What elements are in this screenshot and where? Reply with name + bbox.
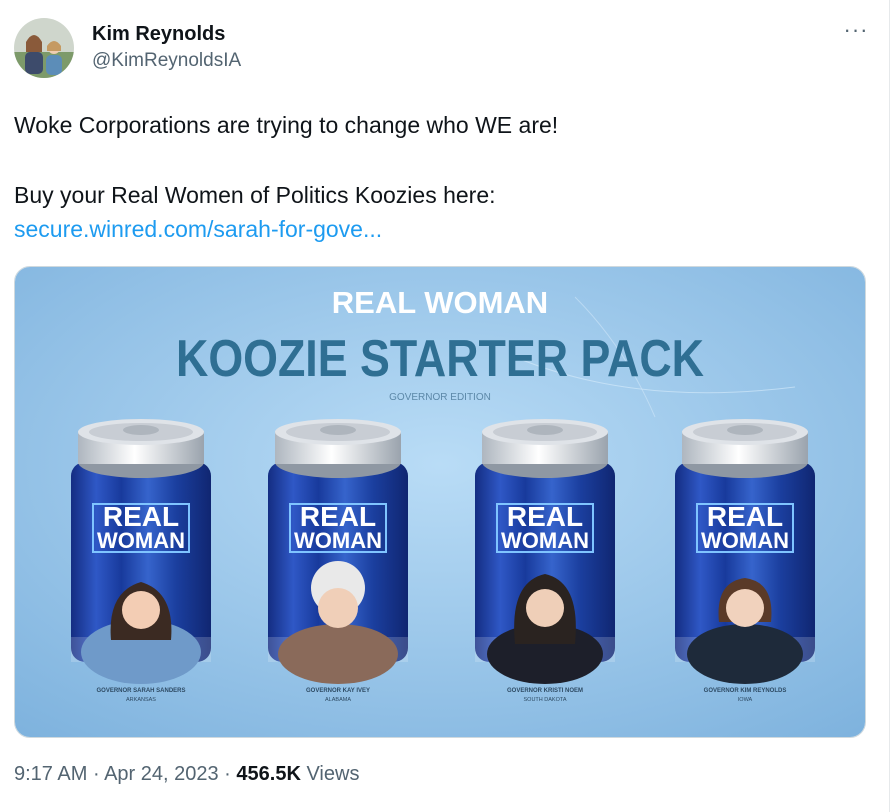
tweet-time[interactable]: 9:17 AM — [14, 763, 87, 785]
avatar[interactable] — [14, 18, 74, 78]
views-label: Views — [306, 763, 360, 785]
can-state-3: SOUTH DAKOTA — [524, 697, 567, 703]
can-caption-2: GOVERNOR KAY IVEY — [306, 688, 370, 694]
can-caption-4: GOVERNOR KIM REYNOLDS — [704, 688, 787, 694]
author-handle[interactable]: @KimReynoldsIA — [92, 49, 241, 73]
can-caption-3: GOVERNOR KRISTI NOEM — [507, 688, 583, 694]
can-label-woman: WOMAN — [501, 528, 589, 553]
tweet-header: Kim Reynolds @KimReynoldsIA ··· — [14, 18, 874, 82]
koozie-image: REAL WOMAN KOOZIE STARTER PACK GOVERNOR … — [15, 267, 865, 737]
tweet-text: Woke Corporations are trying to change w… — [14, 108, 864, 246]
can-label-woman: WOMAN — [97, 528, 185, 553]
can-label-woman: WOMAN — [294, 528, 382, 553]
tweet-line-1: Woke Corporations are trying to change w… — [14, 112, 559, 138]
koozie-can-2: REAL WOMAN — [267, 418, 409, 684]
tweet-footer: 9:17 AM · Apr 24, 2023 · 456.5K Views — [14, 760, 359, 788]
koozie-can-1: REAL WOMAN — [70, 418, 212, 684]
footer-separator: · — [92, 763, 105, 785]
can-state-4: IOWA — [738, 697, 753, 703]
more-icon[interactable]: ··· — [838, 18, 874, 48]
koozie-can-4: REAL WOMAN — [674, 418, 816, 684]
footer-separator: · — [224, 763, 237, 785]
can-state-2: ALABAMA — [325, 697, 351, 703]
tweet-line-2: Buy your Real Women of Politics Koozies … — [14, 182, 496, 208]
can-label-woman: WOMAN — [701, 528, 789, 553]
image-headline: REAL WOMAN — [332, 285, 548, 320]
tweet-date[interactable]: Apr 24, 2023 — [104, 763, 219, 785]
author-name[interactable]: Kim Reynolds — [92, 22, 241, 46]
views-count[interactable]: 456.5K — [236, 763, 301, 785]
image-subtitle: GOVERNOR EDITION — [389, 392, 491, 403]
tweet-image[interactable]: REAL WOMAN KOOZIE STARTER PACK GOVERNOR … — [14, 266, 866, 738]
can-caption-1: GOVERNOR SARAH SANDERS — [96, 688, 185, 694]
author-block: Kim Reynolds @KimReynoldsIA — [92, 22, 241, 73]
can-state-1: ARKANSAS — [126, 697, 156, 703]
koozie-can-3: REAL WOMAN — [474, 418, 616, 684]
tweet-link[interactable]: secure.winred.com/sarah-for-gove... — [14, 216, 382, 242]
image-title: KOOZIE STARTER PACK — [176, 330, 704, 388]
